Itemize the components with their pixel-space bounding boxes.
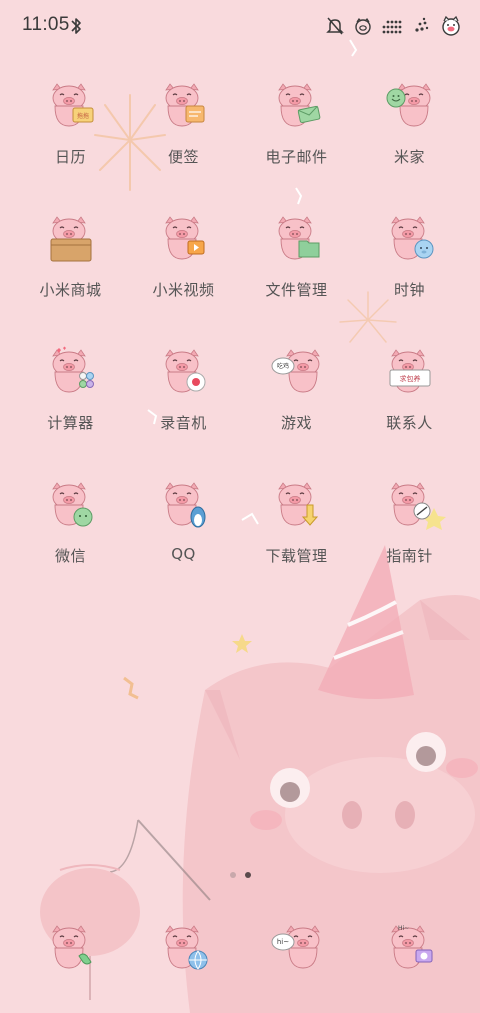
app-notes[interactable]: 便签	[127, 80, 240, 213]
dock-app-phone[interactable]	[14, 922, 127, 982]
status-bar: 11:05	[0, 0, 480, 52]
page-dot-1[interactable]	[229, 872, 236, 878]
mi-store-pig-icon	[50, 216, 91, 262]
downloads-pig-icon	[277, 482, 318, 526]
app-label: QQ	[171, 545, 196, 563]
email-pig-icon	[277, 83, 320, 127]
app-file-manager[interactable]: 文件管理	[240, 213, 353, 346]
app-mijia[interactable]: 米家	[353, 80, 466, 213]
app-label: 指南针	[386, 547, 433, 565]
browser-pig-icon	[164, 925, 207, 970]
wechat-pig-icon	[51, 482, 92, 527]
notes-pig-icon	[164, 83, 204, 127]
app-label: 便签	[167, 148, 199, 166]
star-decoration	[232, 634, 252, 653]
phone-pig-icon	[51, 925, 92, 969]
page-dot-2[interactable]	[244, 872, 251, 878]
app-email[interactable]: 电子邮件	[240, 80, 353, 213]
pig-face-icon	[355, 18, 371, 35]
mute-bell-icon	[326, 17, 344, 35]
camera-pig-icon: Hi~	[390, 925, 432, 969]
calculator-pig-icon	[51, 346, 94, 393]
app-compass[interactable]: 指南针	[353, 479, 466, 612]
app-wechat[interactable]: 微信	[14, 479, 127, 612]
app-calendar[interactable]: 拖拖 日历	[14, 80, 127, 213]
messages-icon-text: hi~	[276, 938, 288, 946]
app-games[interactable]: 吃鸡 游戏	[240, 346, 353, 479]
app-contacts[interactable]: 求包养 联系人	[353, 346, 466, 479]
app-label: 小米商城	[39, 281, 102, 299]
mi-video-pig-icon	[164, 216, 204, 260]
games-pig-icon: 吃鸡	[271, 349, 320, 393]
qq-pig-icon	[164, 482, 205, 528]
status-time: 11:05	[22, 14, 70, 35]
recorder-pig-icon	[164, 349, 205, 393]
contacts-pig-icon: 求包养	[389, 349, 430, 393]
app-mi-video[interactable]: 小米视频	[127, 213, 240, 346]
dock-app-camera[interactable]: Hi~	[353, 922, 466, 982]
app-downloads[interactable]: 下载管理	[240, 479, 353, 612]
wifi-icon	[415, 17, 429, 32]
app-label: 电子邮件	[265, 148, 328, 166]
dock-app-messages[interactable]: hi~	[240, 922, 353, 982]
app-recorder[interactable]: 录音机	[127, 346, 240, 479]
status-icons	[326, 14, 462, 38]
app-label: 微信	[54, 547, 86, 565]
calendar-pig-icon: 拖拖	[51, 83, 93, 127]
bluetooth-icon	[71, 18, 81, 34]
games-icon-text: 吃鸡	[276, 362, 288, 370]
app-clock[interactable]: 时钟	[353, 213, 466, 346]
app-label: 小米视频	[152, 281, 215, 299]
app-label: 下载管理	[265, 547, 328, 565]
app-label: 计算器	[47, 414, 94, 432]
app-grid: 拖拖 日历 便签 电子邮件 米家 小米商城 小米视频 文件管理 时钟 计算器 录…	[14, 80, 466, 612]
file-manager-pig-icon	[277, 216, 319, 260]
compass-pig-icon	[390, 482, 430, 526]
app-qq[interactable]: QQ	[127, 479, 240, 612]
dock: hi~ Hi~	[14, 922, 466, 982]
app-label: 录音机	[160, 414, 207, 432]
app-calculator[interactable]: 计算器	[14, 346, 127, 479]
calendar-icon-text: 拖拖	[76, 112, 88, 120]
app-label: 联系人	[386, 414, 433, 432]
camera-icon-text: Hi~	[398, 925, 409, 932]
app-label: 日历	[54, 148, 86, 166]
contacts-icon-text: 求包养	[399, 374, 420, 383]
clock-pig-icon	[390, 216, 433, 260]
dock-app-browser[interactable]	[127, 922, 240, 982]
app-label: 游戏	[280, 414, 312, 432]
app-mi-store[interactable]: 小米商城	[14, 213, 127, 346]
app-label: 文件管理	[265, 281, 328, 299]
page-indicator[interactable]	[0, 872, 480, 878]
signal-icon	[382, 20, 402, 34]
messages-pig-icon: hi~	[271, 925, 320, 969]
app-label: 时钟	[393, 281, 425, 299]
mijia-pig-icon	[386, 83, 431, 127]
battery-pig-icon	[442, 15, 460, 36]
app-label: 米家	[393, 148, 425, 166]
confetti	[123, 676, 139, 700]
